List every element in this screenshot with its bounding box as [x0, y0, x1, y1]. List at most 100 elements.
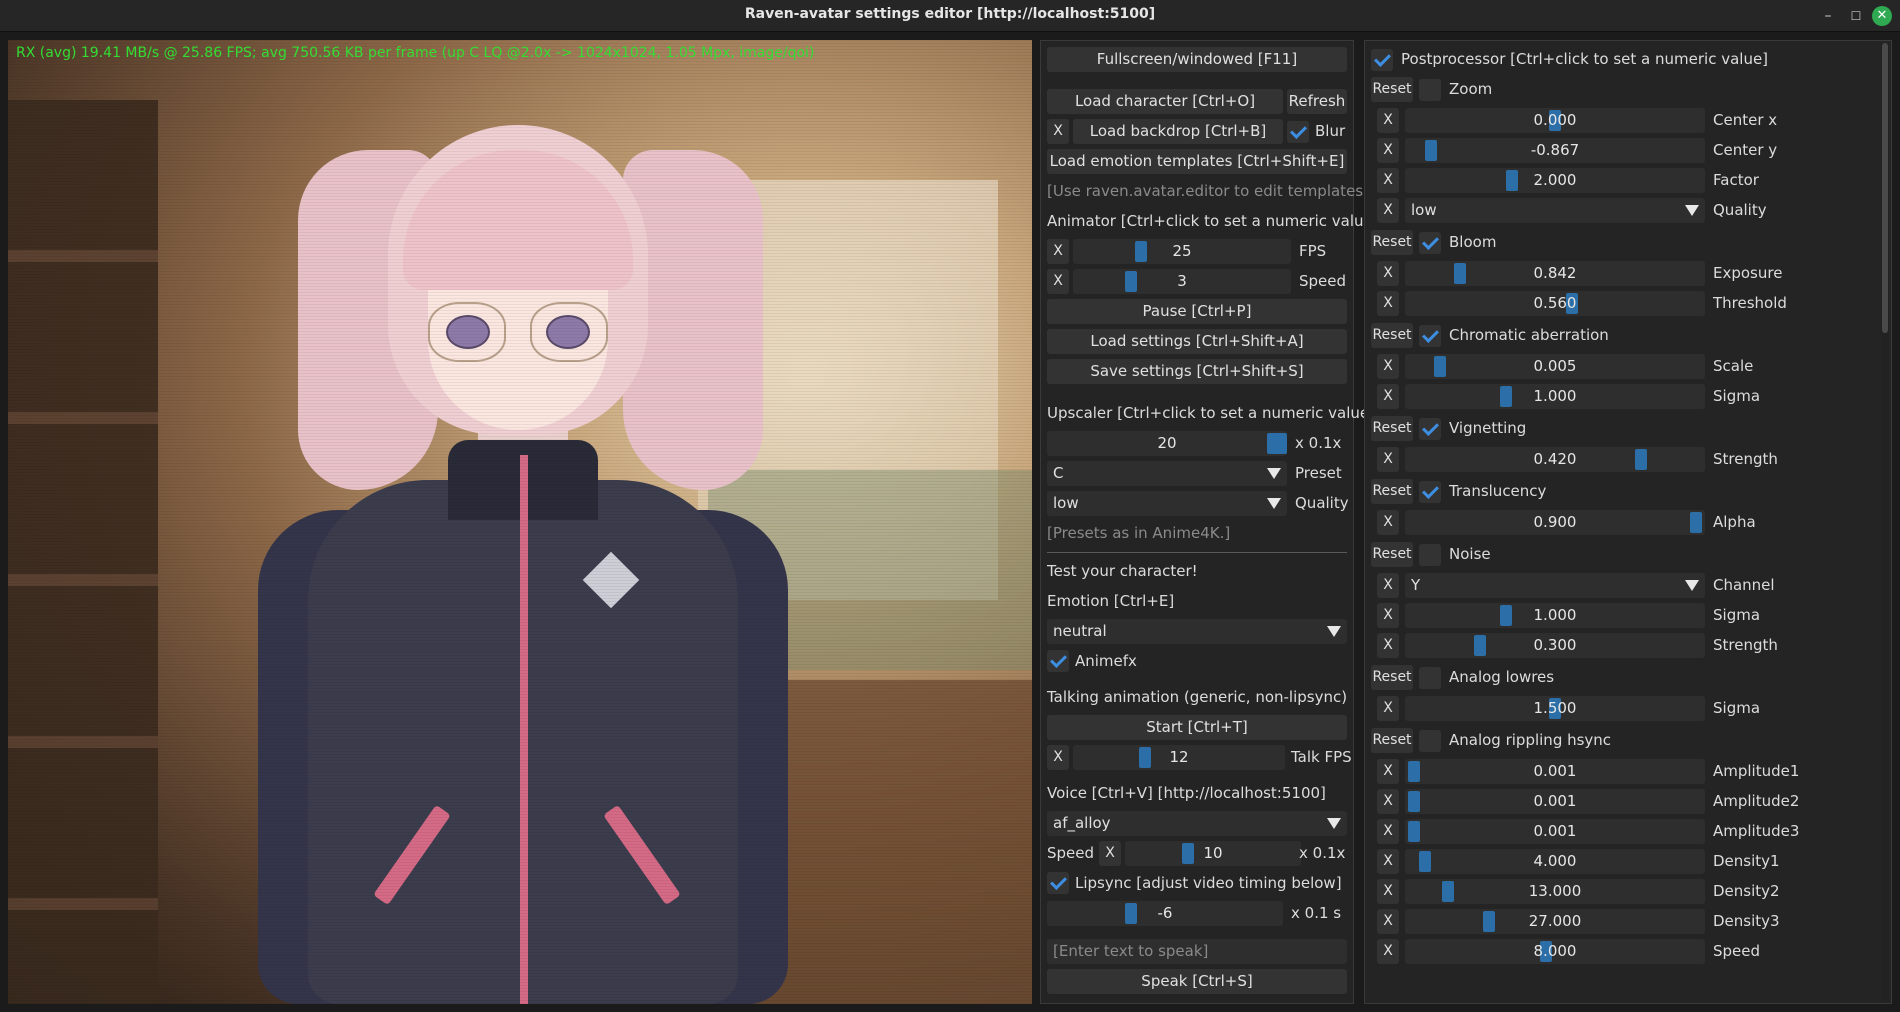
talk-fps-slider[interactable]: 12	[1073, 745, 1285, 770]
analog-rippling-hsync-density2-slider[interactable]: 13.000	[1405, 879, 1705, 904]
speed-slider[interactable]: 3	[1073, 269, 1291, 294]
upscaler-quality-select[interactable]: low	[1047, 491, 1287, 516]
load-settings-button[interactable]: Load settings [Ctrl+Shift+A]	[1047, 329, 1347, 354]
bloom-reset-button[interactable]: Reset	[1371, 230, 1413, 255]
zoom-factor-slider[interactable]: 2.000	[1405, 168, 1705, 193]
analog-rippling-hsync-amplitude2-clear-button[interactable]: X	[1377, 789, 1399, 814]
analog-lowres-reset-button[interactable]: Reset	[1371, 665, 1413, 690]
analog-rippling-hsync-amplitude3-slider[interactable]: 0.001	[1405, 819, 1705, 844]
emotion-select[interactable]: neutral	[1047, 619, 1347, 644]
voice-speed-reset-button[interactable]: X	[1099, 841, 1121, 866]
chromatic-aberration-reset-button[interactable]: Reset	[1371, 323, 1413, 348]
scrollbar[interactable]	[1881, 43, 1889, 1001]
speak-button[interactable]: Speak [Ctrl+S]	[1047, 969, 1347, 994]
noise-sigma-clear-button[interactable]: X	[1377, 603, 1399, 628]
preset-select[interactable]: C	[1047, 461, 1287, 486]
speed-reset-button[interactable]: X	[1047, 269, 1069, 294]
close-button[interactable]: ✕	[1872, 6, 1892, 26]
load-character-button[interactable]: Load character [Ctrl+O]	[1047, 89, 1283, 114]
lipsync-offset-value: -6	[1157, 904, 1173, 922]
noise-channel-clear-button[interactable]: X	[1377, 573, 1399, 598]
upscale-slider[interactable]: 20	[1047, 431, 1287, 456]
bloom-threshold-slider[interactable]: 0.560	[1405, 291, 1705, 316]
zoom-checkbox[interactable]	[1419, 79, 1441, 101]
translucency-alpha-clear-button[interactable]: X	[1377, 510, 1399, 535]
start-talking-button[interactable]: Start [Ctrl+T]	[1047, 715, 1347, 740]
fps-slider[interactable]: 25	[1073, 239, 1291, 264]
voice-speed-slider[interactable]: 10	[1125, 841, 1301, 866]
analog-rippling-hsync-amplitude1-clear-button[interactable]: X	[1377, 759, 1399, 784]
chromatic-aberration-sigma-value: 1.000	[1533, 387, 1577, 405]
noise-strength-slider[interactable]: 0.300	[1405, 633, 1705, 658]
scrollbar-thumb[interactable]	[1882, 43, 1888, 333]
translucency-checkbox[interactable]	[1419, 481, 1441, 503]
noise-checkbox[interactable]	[1419, 544, 1441, 566]
analog-lowres-checkbox[interactable]	[1419, 667, 1441, 689]
analog-lowres-sigma-clear-button[interactable]: X	[1377, 696, 1399, 721]
noise-strength-clear-button[interactable]: X	[1377, 633, 1399, 658]
analog-rippling-hsync-speed-clear-button[interactable]: X	[1377, 939, 1399, 964]
translucency-reset-button[interactable]: Reset	[1371, 479, 1413, 504]
maximize-button[interactable]: ☐	[1846, 6, 1866, 26]
lipsync-offset-slider[interactable]: -6	[1047, 901, 1283, 926]
zoom-center-y-slider[interactable]: -0.867	[1405, 138, 1705, 163]
zoom-center-y-clear-button[interactable]: X	[1377, 138, 1399, 163]
fullscreen-button[interactable]: Fullscreen/windowed [F11]	[1047, 47, 1347, 72]
load-backdrop-button[interactable]: Load backdrop [Ctrl+B]	[1073, 119, 1283, 144]
bloom-exposure-clear-button[interactable]: X	[1377, 261, 1399, 286]
vignetting-strength-slider[interactable]: 0.420	[1405, 447, 1705, 472]
lipsync-checkbox[interactable]	[1047, 872, 1069, 894]
bloom-threshold-clear-button[interactable]: X	[1377, 291, 1399, 316]
avatar-viewport[interactable]: RX (avg) 19.41 MB/s @ 25.86 FPS; avg 750…	[8, 40, 1032, 1004]
analog-rippling-hsync-density3-slider[interactable]: 27.000	[1405, 909, 1705, 934]
postprocessor-checkbox[interactable]	[1371, 49, 1393, 71]
animefx-checkbox[interactable]	[1047, 650, 1069, 672]
bloom-checkbox[interactable]	[1419, 232, 1441, 254]
chromatic-aberration-checkbox[interactable]	[1419, 325, 1441, 347]
load-templates-button[interactable]: Load emotion templates [Ctrl+Shift+E]	[1047, 149, 1347, 174]
zoom-quality-select[interactable]: low	[1405, 198, 1705, 223]
zoom-center-x-clear-button[interactable]: X	[1377, 108, 1399, 133]
zoom-factor-clear-button[interactable]: X	[1377, 168, 1399, 193]
noise-reset-button[interactable]: Reset	[1371, 542, 1413, 567]
chromatic-aberration-sigma-clear-button[interactable]: X	[1377, 384, 1399, 409]
refresh-button[interactable]: Refresh	[1287, 89, 1347, 114]
zoom-quality-clear-button[interactable]: X	[1377, 198, 1399, 223]
chromatic-aberration-sigma-slider[interactable]: 1.000	[1405, 384, 1705, 409]
minimize-button[interactable]: –	[1818, 6, 1838, 26]
zoom-reset-button[interactable]: Reset	[1371, 77, 1413, 102]
vignetting-strength-clear-button[interactable]: X	[1377, 447, 1399, 472]
analog-rippling-hsync-speed-slider[interactable]: 8.000	[1405, 939, 1705, 964]
analog-rippling-hsync-density3-clear-button[interactable]: X	[1377, 909, 1399, 934]
bloom-label: Bloom	[1449, 233, 1497, 251]
speak-text-input[interactable]: [Enter text to speak]	[1047, 939, 1347, 964]
voice-select[interactable]: af_alloy	[1047, 811, 1347, 836]
zoom-center-x-slider[interactable]: 0.000	[1405, 108, 1705, 133]
noise-channel-select[interactable]: Y	[1405, 573, 1705, 598]
talk-fps-reset-button[interactable]: X	[1047, 745, 1069, 770]
analog-rippling-hsync-checkbox[interactable]	[1419, 730, 1441, 752]
upscaler-quality-value: low	[1053, 494, 1079, 512]
analog-rippling-hsync-density2-clear-button[interactable]: X	[1377, 879, 1399, 904]
vignetting-checkbox[interactable]	[1419, 418, 1441, 440]
analog-rippling-hsync-amplitude2-slider[interactable]: 0.001	[1405, 789, 1705, 814]
analog-rippling-hsync-density1-clear-button[interactable]: X	[1377, 849, 1399, 874]
clear-backdrop-button[interactable]: X	[1047, 119, 1069, 144]
fps-reset-button[interactable]: X	[1047, 239, 1069, 264]
pause-button[interactable]: Pause [Ctrl+P]	[1047, 299, 1347, 324]
chromatic-aberration-scale-clear-button[interactable]: X	[1377, 354, 1399, 379]
analog-rippling-hsync-amplitude3-clear-button[interactable]: X	[1377, 819, 1399, 844]
translucency-alpha-slider[interactable]: 0.900	[1405, 510, 1705, 535]
noise-sigma-slider[interactable]: 1.000	[1405, 603, 1705, 628]
blur-checkbox[interactable]	[1287, 121, 1309, 143]
chromatic-aberration-scale-slider[interactable]: 0.005	[1405, 354, 1705, 379]
zoom-center-x-label: Center x	[1713, 111, 1778, 129]
analog-rippling-hsync-reset-button[interactable]: Reset	[1371, 728, 1413, 753]
analog-rippling-hsync-amplitude1-slider[interactable]: 0.001	[1405, 759, 1705, 784]
analog-rippling-hsync-density1-slider[interactable]: 4.000	[1405, 849, 1705, 874]
vignetting-reset-button[interactable]: Reset	[1371, 416, 1413, 441]
bloom-exposure-slider[interactable]: 0.842	[1405, 261, 1705, 286]
chromatic-aberration-sigma-label: Sigma	[1713, 387, 1761, 405]
save-settings-button[interactable]: Save settings [Ctrl+Shift+S]	[1047, 359, 1347, 384]
analog-lowres-sigma-slider[interactable]: 1.500	[1405, 696, 1705, 721]
